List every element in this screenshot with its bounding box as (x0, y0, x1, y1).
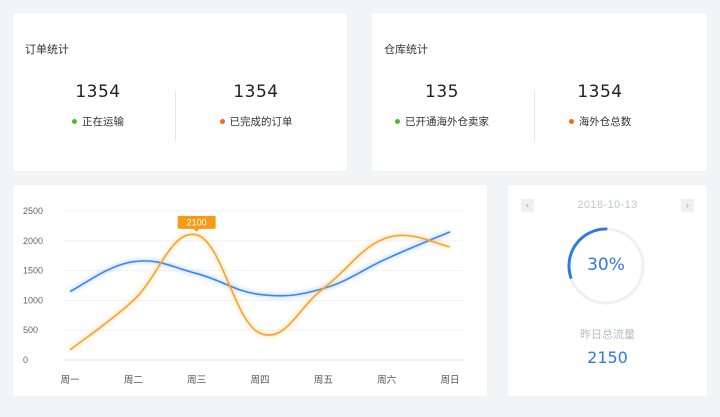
stat-value: 1354 (75, 82, 121, 102)
divider (175, 91, 176, 141)
weekly-line-chart-card: 0 500 1000 1500 2000 2500 周一 周二 周三 周四 周五 周六 周日 2100 (13, 185, 487, 396)
stat-overseas-sellers: 135 已开通海外仓卖家 (377, 80, 507, 129)
line-chart: 0 500 1000 1500 2000 2500 周一 周二 周三 周四 周五 周六 周日 2100 (23, 206, 463, 386)
gauge-percent: 30% (587, 255, 625, 275)
stat-value: 1354 (233, 82, 279, 102)
x-tick-label: 周二 (124, 375, 143, 386)
date-label: 2018-10-13 (577, 199, 638, 211)
stat-value: 1354 (577, 82, 623, 102)
warehouse-stats-card: 仓库统计 135 已开通海外仓卖家 1354 海外仓总数 (372, 13, 707, 171)
series-line-2 (69, 233, 451, 351)
tooltip-value: 2100 (187, 217, 207, 227)
status-dot-green (395, 119, 400, 124)
status-dot-green (72, 119, 77, 124)
yesterday-traffic-label: 昨日总流量 (580, 329, 635, 341)
orders-card-title: 订单统计 (25, 44, 69, 56)
date-navigator: ‹ 2018-10-13 › (508, 199, 707, 213)
x-tick-label: 周四 (250, 375, 269, 386)
x-tick-label: 周六 (377, 374, 397, 386)
y-tick-label: 2000 (23, 236, 43, 246)
stat-label: 海外仓总数 (578, 116, 632, 128)
stat-label: 正在运输 (82, 116, 124, 128)
stat-completed-orders: 1354 已完成的订单 (191, 80, 321, 129)
orders-stats-card: 订单统计 1354 正在运输 1354 已完成的订单 (13, 13, 347, 171)
x-tick-label: 周一 (60, 375, 80, 386)
y-tick-label: 0 (23, 355, 28, 365)
y-tick-label: 1500 (23, 266, 43, 276)
x-tick-label: 周五 (314, 375, 333, 386)
y-tick-label: 1000 (23, 295, 43, 305)
stat-overseas-warehouses: 1354 海外仓总数 (535, 80, 665, 129)
traffic-card: ‹ 2018-10-13 › 30% 昨日总流量 2150 (508, 185, 707, 396)
x-tick-label: 周日 (440, 375, 459, 386)
warehouse-card-title: 仓库统计 (384, 44, 428, 56)
x-tick-label: 周三 (187, 375, 206, 386)
stat-value: 135 (425, 82, 459, 102)
stat-label: 已开通海外仓卖家 (405, 116, 489, 128)
yesterday-traffic-value: 2150 (587, 348, 628, 367)
series-line-shadow (69, 230, 451, 298)
status-dot-orange (219, 119, 225, 124)
chevron-right-icon[interactable]: › (681, 199, 694, 212)
stat-label: 已完成的订单 (229, 116, 293, 128)
y-tick-label: 2500 (23, 206, 43, 216)
stat-in-transit: 1354 正在运输 (33, 80, 163, 129)
status-dot-orange (568, 119, 574, 124)
peak-tooltip: 2100 (177, 215, 216, 232)
y-tick-label: 500 (23, 325, 38, 335)
